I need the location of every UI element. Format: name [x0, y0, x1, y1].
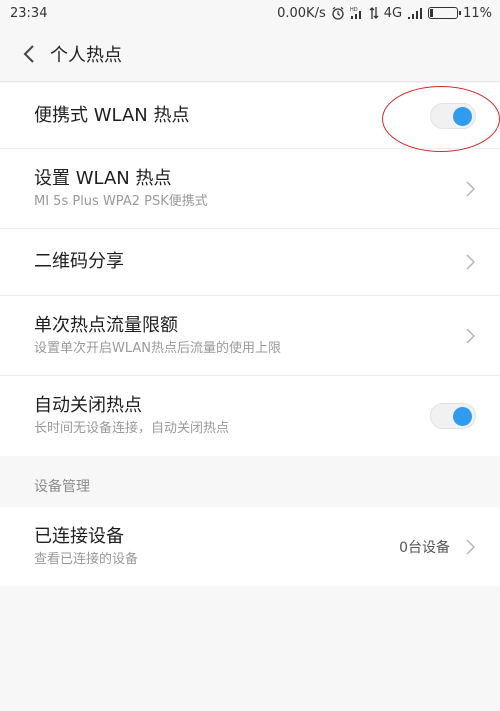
data-transfer-icon	[369, 6, 379, 20]
chevron-right-icon	[464, 253, 476, 271]
network-type: 4G	[383, 5, 403, 21]
app-header: 个人热点	[0, 26, 500, 82]
device-management-label: 设备管理	[34, 479, 90, 495]
data-limit-text: 单次热点流量限额 设置单次开启WLAN热点后流量的使用上限	[34, 314, 464, 358]
portable-hotspot-toggle[interactable]	[430, 102, 476, 129]
setup-hotspot-row[interactable]: 设置 WLAN 热点 MI 5s Plus WPA2 PSK便携式	[0, 149, 500, 229]
status-icons: 0.00K/s HD 4G 11%	[277, 6, 492, 21]
network-speed: 0.00K/s	[277, 5, 326, 21]
battery-percent: 11%	[463, 5, 492, 21]
hotspot-settings-card: 便携式 WLAN 热点 设置 WLAN 热点 MI 5s Plus WPA2 P…	[0, 83, 500, 456]
data-limit-row[interactable]: 单次热点流量限额 设置单次开启WLAN热点后流量的使用上限	[0, 296, 500, 376]
device-card: 已连接设备 查看已连接的设备 0台设备	[0, 507, 500, 586]
auto-close-subtitle: 长时间无设备连接，自动关闭热点	[34, 421, 230, 436]
connected-devices-count: 0台设备	[399, 539, 450, 556]
auto-close-title: 自动关闭热点	[34, 395, 142, 416]
battery-icon	[428, 7, 462, 19]
chevron-right-icon	[464, 538, 476, 556]
status-time: 23:34	[10, 5, 48, 21]
chevron-right-icon	[464, 180, 476, 198]
battery-level	[430, 9, 434, 17]
portable-hotspot-text: 便携式 WLAN 热点	[34, 104, 430, 128]
hd-signal-icon: HD	[350, 6, 364, 20]
auto-close-text: 自动关闭热点 长时间无设备连接，自动关闭热点	[34, 394, 430, 438]
qrcode-share-title: 二维码分享	[34, 251, 124, 272]
alarm-icon	[331, 6, 345, 20]
connected-devices-row[interactable]: 已连接设备 查看已连接的设备 0台设备	[0, 507, 500, 586]
status-bar: 23:34 0.00K/s HD 4G 11%	[0, 0, 500, 26]
portable-hotspot-row[interactable]: 便携式 WLAN 热点	[0, 83, 500, 149]
auto-close-row[interactable]: 自动关闭热点 长时间无设备连接，自动关闭热点	[0, 376, 500, 456]
cell-signal-icon	[407, 7, 423, 19]
connected-devices-title: 已连接设备	[34, 525, 124, 547]
setup-hotspot-subtitle: MI 5s Plus WPA2 PSK便携式	[34, 193, 208, 209]
setup-hotspot-title: 设置 WLAN 热点	[34, 167, 172, 189]
toggle-knob	[453, 106, 472, 126]
toggle-knob	[453, 407, 472, 426]
data-limit-title: 单次热点流量限额	[34, 314, 178, 336]
connected-devices-text: 已连接设备 查看已连接的设备	[34, 525, 399, 569]
qrcode-share-text: 二维码分享	[34, 250, 464, 274]
data-limit-subtitle: 设置单次开启WLAN热点后流量的使用上限	[34, 340, 282, 356]
setup-hotspot-text: 设置 WLAN 热点 MI 5s Plus WPA2 PSK便携式	[34, 167, 464, 211]
page-title: 个人热点	[50, 44, 122, 66]
connected-devices-subtitle: 查看已连接的设备	[34, 551, 139, 567]
qrcode-share-row[interactable]: 二维码分享	[0, 229, 500, 296]
portable-hotspot-title: 便携式 WLAN 热点	[34, 104, 190, 126]
chevron-right-icon	[464, 327, 476, 345]
back-arrow-icon[interactable]	[18, 43, 40, 65]
auto-close-toggle[interactable]	[430, 403, 476, 429]
svg-text:HD: HD	[350, 7, 358, 13]
